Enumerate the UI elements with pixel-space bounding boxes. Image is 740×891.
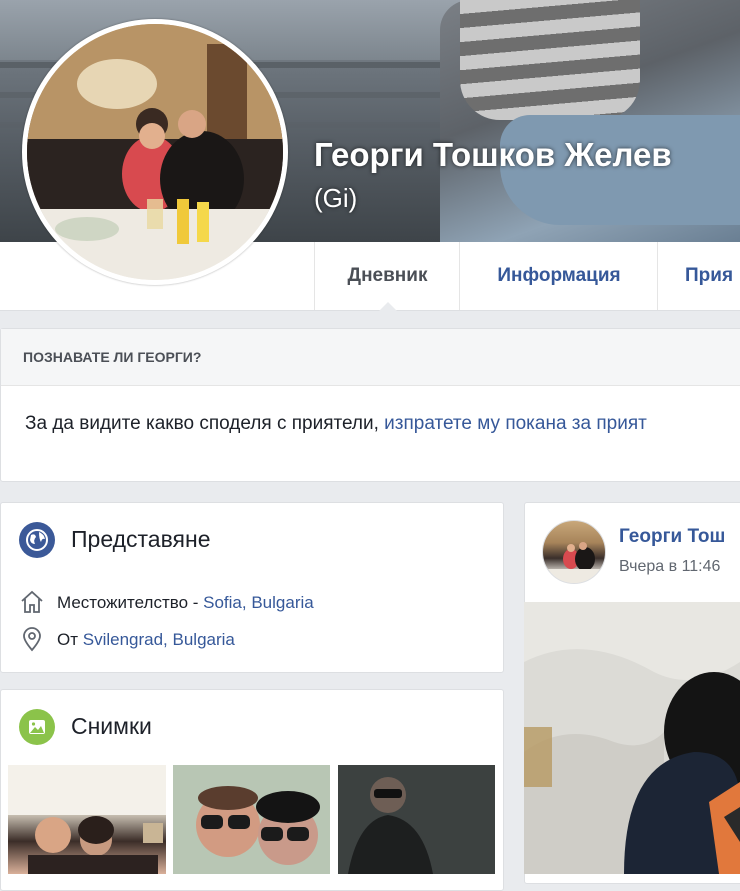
- photo-thumbnail[interactable]: [338, 765, 495, 874]
- active-tab-caret: [378, 302, 397, 311]
- know-card-text: За да видите какво споделя с приятели, и…: [25, 413, 647, 435]
- tab-timeline-label: Дневник: [347, 265, 428, 286]
- hometown-link[interactable]: Svilengrad, Bulgaria: [83, 630, 235, 649]
- location-pin-icon: [23, 627, 41, 652]
- tab-about[interactable]: Информация: [459, 242, 658, 310]
- cover-shirt: [460, 0, 640, 120]
- photo-thumbnail-image: [8, 765, 166, 874]
- tab-timeline[interactable]: Дневник: [314, 242, 460, 311]
- photos-title: Снимки: [71, 713, 152, 739]
- know-card-header: ПОЗНАВАТЕ ЛИ ГЕОРГИ?: [1, 329, 740, 386]
- profile-alternate-name: (Gi): [314, 183, 358, 213]
- profile-picture[interactable]: [22, 19, 288, 285]
- intro-title: Представяне: [71, 526, 211, 552]
- tab-friends[interactable]: Прия: [657, 242, 740, 310]
- residence-row: Местожителство - Sofia, Bulgaria: [57, 593, 314, 613]
- post-author-name[interactable]: Георги Тош: [619, 526, 725, 548]
- tab-friends-label: Прия: [685, 265, 734, 286]
- photo-icon: [19, 709, 55, 745]
- photo-thumbnail-image: [173, 765, 330, 874]
- know-card-title: ПОЗНАВАТЕ ЛИ ГЕОРГИ?: [23, 349, 202, 365]
- photo-thumbnail-image: [338, 765, 495, 874]
- globe-icon-shape: [26, 529, 48, 551]
- profile-picture-image: [27, 24, 283, 280]
- profile-name[interactable]: Георги Тошков Желев: [314, 136, 672, 174]
- hometown-label: От: [57, 630, 83, 649]
- post-timestamp[interactable]: Вчера в 11:46: [619, 558, 720, 576]
- photo-icon-shape: [29, 720, 45, 734]
- know-card: ПОЗНАВАТЕ ЛИ ГЕОРГИ? За да видите какво …: [0, 328, 740, 482]
- residence-label: Местожителство -: [57, 593, 204, 612]
- post-author-avatar[interactable]: [542, 520, 606, 584]
- home-icon: [21, 590, 43, 613]
- post-photo[interactable]: [524, 602, 740, 874]
- know-card-message: За да видите какво споделя с приятели,: [25, 413, 385, 434]
- residence-link[interactable]: Sofia, Bulgaria: [203, 593, 314, 612]
- post-photo-image: [524, 602, 740, 874]
- photo-thumbnail[interactable]: [8, 765, 166, 874]
- photo-thumbnail[interactable]: [173, 765, 330, 874]
- post-author-avatar-image: [543, 542, 605, 583]
- profile-picture-illustration: [27, 24, 283, 280]
- send-friend-request-link[interactable]: изпратете му покана за прият: [384, 413, 647, 434]
- globe-icon: [19, 522, 55, 558]
- tab-about-label: Информация: [497, 265, 621, 286]
- hometown-row: От Svilengrad, Bulgaria: [57, 630, 235, 650]
